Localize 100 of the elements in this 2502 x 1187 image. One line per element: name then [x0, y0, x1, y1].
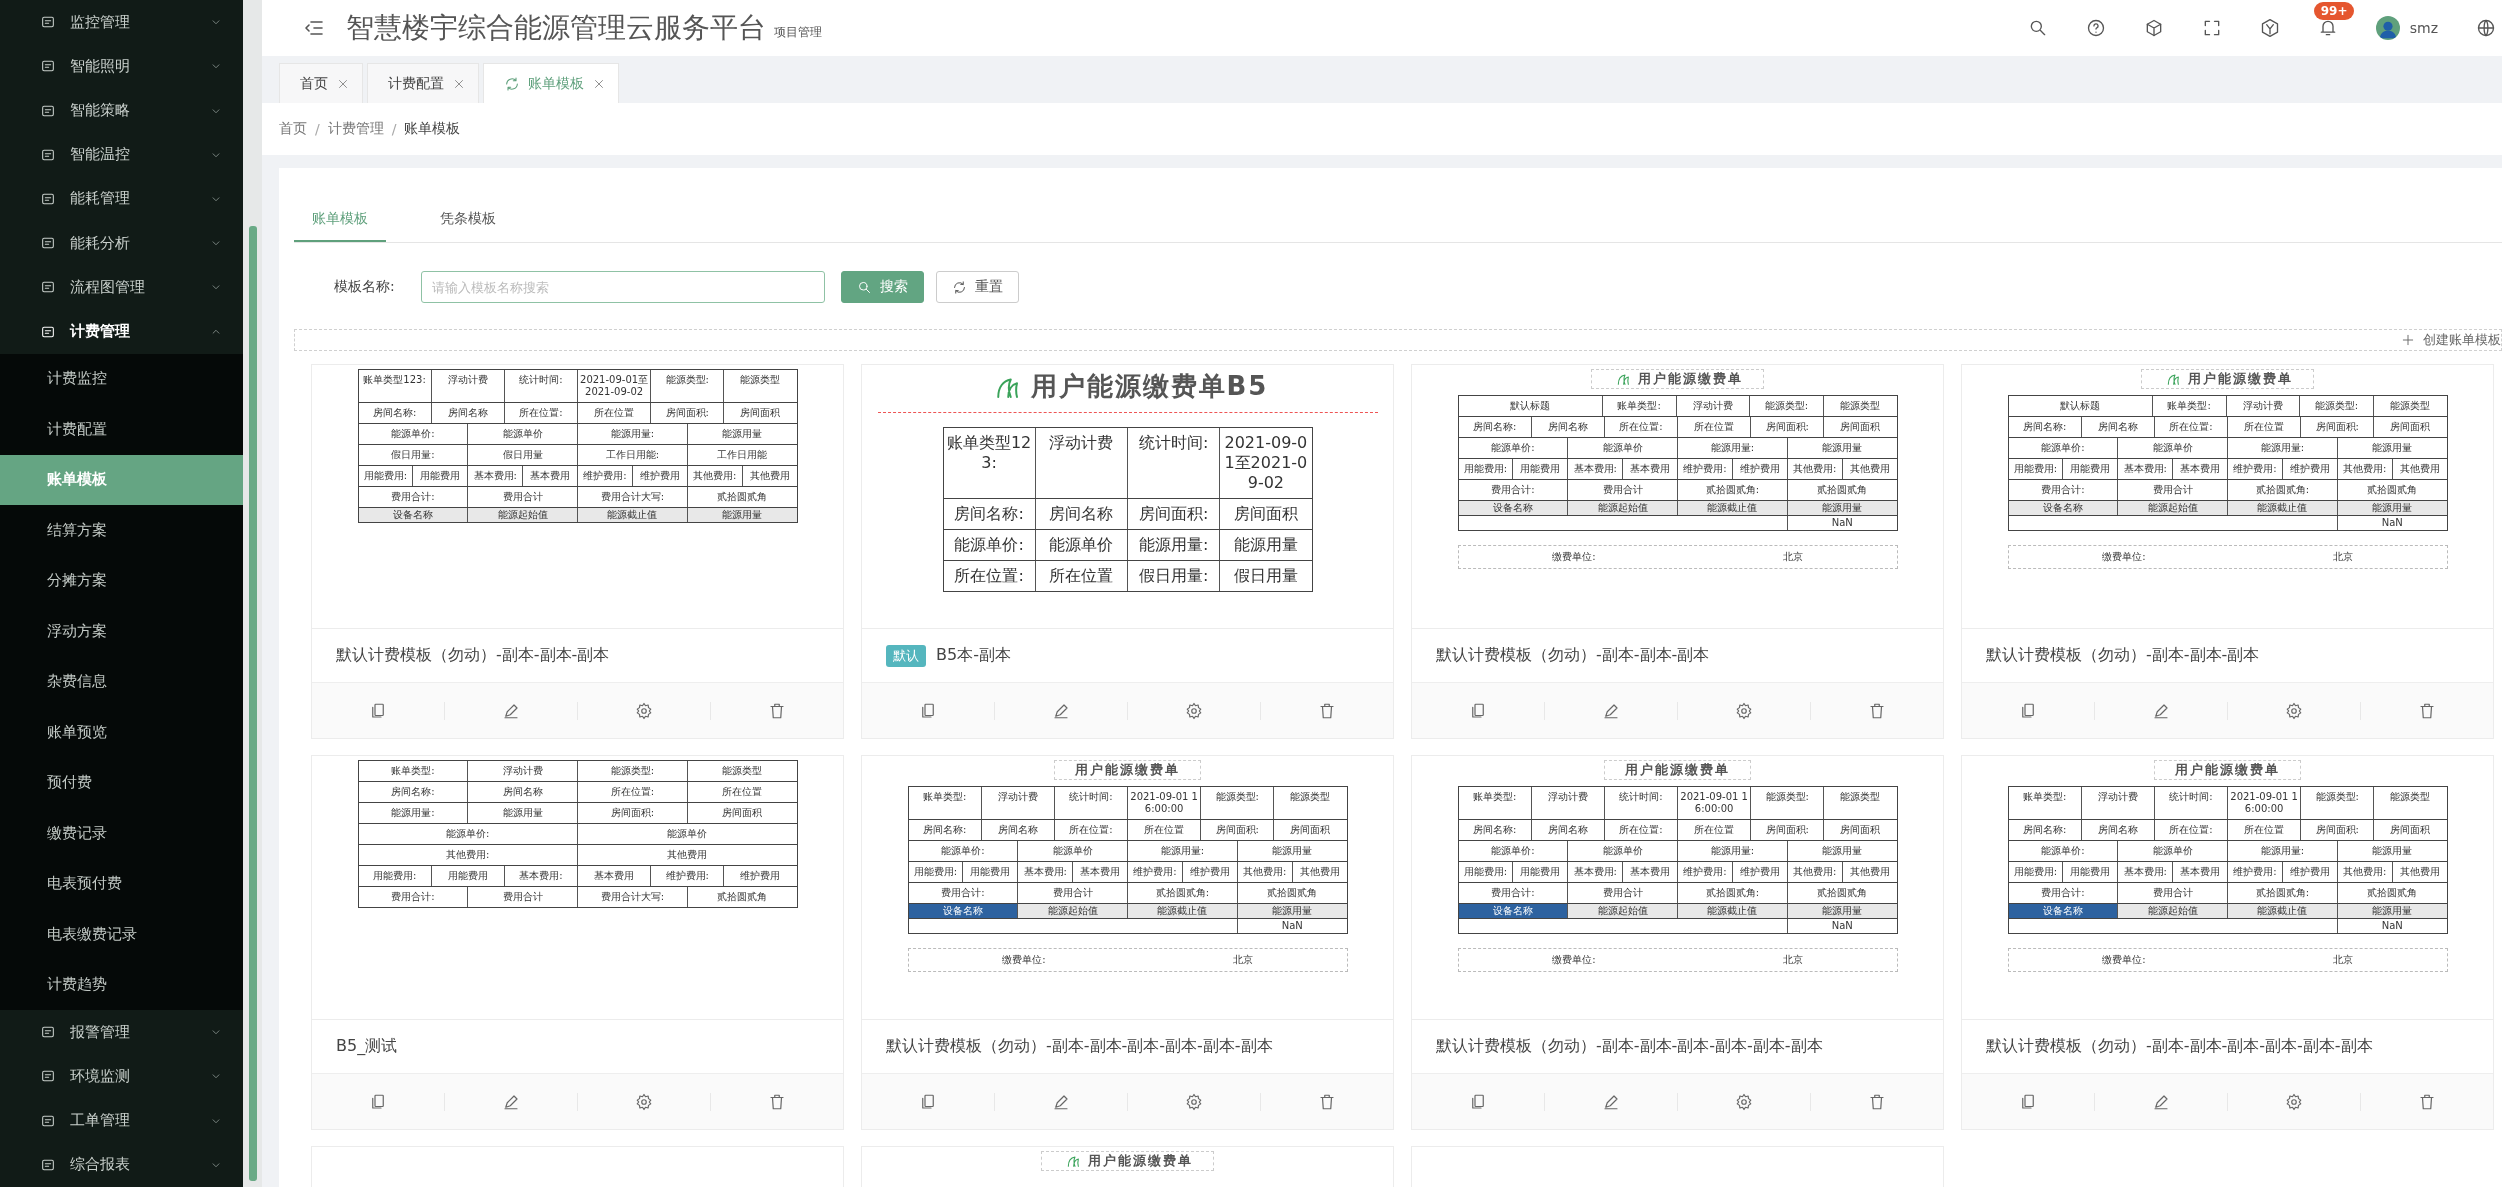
settings-icon[interactable]	[2285, 701, 2303, 720]
sidebar-subitem[interactable]: 电表预付费	[0, 858, 243, 910]
breadcrumb-separator: /	[315, 121, 320, 137]
delete-icon[interactable]	[768, 701, 786, 720]
sidebar-subitem[interactable]: 分摊方案	[0, 555, 243, 607]
sidebar-item[interactable]: 综合报表	[0, 1142, 243, 1187]
scrollbar[interactable]	[243, 0, 262, 1187]
document-title: 用户能源缴费单	[1604, 760, 1751, 780]
template-card[interactable]	[1961, 364, 2494, 739]
create-template-button[interactable]: 创建账单模板	[294, 329, 2502, 351]
sidebar-item[interactable]: 能耗分析	[0, 221, 243, 266]
sidebar-subitem[interactable]: 计费配置	[0, 404, 243, 455]
copy-icon[interactable]	[2019, 1092, 2037, 1111]
document-cell: 维护费用	[632, 466, 688, 486]
document-cell-text: 能源用量	[1821, 844, 1864, 858]
sidebar-subitem[interactable]: 计费监控	[0, 353, 243, 405]
copy-icon[interactable]	[1469, 1092, 1487, 1111]
document-cell: 维护费用:	[1678, 862, 1733, 882]
document-cell: 假日用量:	[1128, 561, 1221, 591]
document-cell-text: 能源用量	[1821, 441, 1864, 455]
delete-icon[interactable]	[1318, 1092, 1336, 1111]
document-cell: 用能费用:	[2008, 862, 2064, 882]
page-tab[interactable]: 首页	[279, 63, 363, 103]
document-cell: 基本费用:	[1568, 459, 1624, 479]
sidebar-subitem[interactable]: 电表缴费记录	[0, 909, 243, 960]
reset-button[interactable]: 重置	[935, 271, 1019, 303]
sidebar-subitem[interactable]: 预付费	[0, 757, 243, 809]
template-card[interactable]	[861, 755, 1394, 1130]
sidebar-item[interactable]: 流程图管理	[0, 265, 243, 310]
settings-icon[interactable]	[1185, 1092, 1203, 1111]
template-name: 默认计费模板（勿动）-副本-副本-副本	[1436, 645, 1710, 666]
document-cell: 统计时间:	[1054, 787, 1128, 819]
sidebar-item[interactable]: 能耗管理	[0, 176, 243, 221]
document-cell: 房间名称	[468, 782, 578, 802]
template-card[interactable]: 账单类型: 浮动计费 能源类型: 能源类型 房间名称: 房间名称 所在位置: 所在位置 能源用量: 能源用量 房间面积: 房间面积 能源单价: 能源单价 其他费用: 其他费用 用能费用: 用能费用 基本费用: 基本费用 维护费用: 维护费用 费用合计: 费用合计 费用合计大写: 贰拾圆贰角 B5_测试	[311, 755, 844, 1130]
sidebar-item[interactable]: 监控管理	[0, 0, 243, 45]
delete-icon[interactable]	[768, 1092, 786, 1111]
template-card[interactable]: 用户能源缴费单	[861, 1146, 1394, 1187]
sidebar-item[interactable]: 环境监测	[0, 1054, 243, 1099]
avatar[interactable]	[2375, 16, 2400, 40]
search-field[interactable]: 请输入模板名称搜索	[420, 271, 825, 303]
delete-icon[interactable]	[1868, 701, 1886, 720]
sidebar-item[interactable]: 工单管理	[0, 1098, 243, 1143]
sidebar-subitem[interactable]: 缴费记录	[0, 808, 243, 859]
settings-icon[interactable]	[2285, 1092, 2303, 1111]
settings-icon[interactable]	[635, 1092, 653, 1111]
sidebar-item[interactable]: 智能温控	[0, 132, 243, 177]
sidebar-subitem[interactable]: 杂费信息	[0, 656, 243, 708]
settings-icon[interactable]	[1735, 1092, 1753, 1111]
copy-icon[interactable]	[1469, 701, 1487, 720]
sidebar-item[interactable]: 智能照明	[0, 44, 243, 89]
help-icon[interactable]	[2085, 18, 2106, 38]
sidebar-subitem[interactable]: 计费趋势	[0, 959, 243, 1011]
delete-icon[interactable]	[1318, 701, 1336, 720]
sidebar-subitem[interactable]: 浮动方案	[0, 606, 243, 657]
breadcrumb-link[interactable]: 首页	[279, 120, 307, 138]
hexagon-icon[interactable]	[2259, 18, 2280, 38]
document-cell: 浮动计费	[1035, 428, 1128, 498]
delete-icon[interactable]	[1868, 1092, 1886, 1111]
sidebar-item[interactable]: 计费管理	[0, 309, 243, 354]
template-card[interactable]	[311, 364, 844, 739]
notification-badge: 99+	[2313, 2, 2355, 20]
settings-icon[interactable]	[1735, 701, 1753, 720]
content-tab[interactable]: 凭条模板	[422, 198, 514, 242]
breadcrumb-link[interactable]: 计费管理	[327, 120, 384, 138]
template-card[interactable]: 用户能源缴费单B5 账单类型123: 浮动计费 统计时间: 2021-09-01至2021-09-02 房间名称: 房间名称 房间面积: 房间面积 能源单价: 能源单价 能源用量: 能源用量 所在位置: 所在位置 假日用量: 假日用量 默认 B5本-副本	[861, 364, 1394, 739]
delete-icon[interactable]	[2418, 701, 2436, 720]
document-column-header: 能源用量	[687, 508, 797, 522]
field-label: 模板名称:	[334, 278, 395, 296]
settings-icon[interactable]	[635, 701, 653, 720]
document-cell: 其他费用:	[358, 845, 578, 865]
template-name: B5本-副本	[936, 645, 1011, 666]
document-cell: 用能费用	[2063, 459, 2119, 479]
sidebar-subitem[interactable]: 账单预览	[0, 707, 243, 758]
copy-icon[interactable]	[919, 1092, 937, 1111]
document-cell: 贰拾圆贰角:	[1678, 480, 1788, 500]
document-column-header: 设备名称	[2008, 501, 2119, 515]
page-tab[interactable]: 计费配置	[367, 63, 479, 103]
copy-icon[interactable]	[369, 1092, 387, 1111]
user-name[interactable]: smz	[2409, 20, 2438, 36]
sidebar-subitem[interactable]: 结算方案	[0, 505, 243, 556]
document-cell: 基本费用	[578, 866, 652, 886]
delete-icon[interactable]	[2418, 1092, 2436, 1111]
globe-icon[interactable]	[2476, 18, 2496, 38]
copy-icon[interactable]	[2019, 701, 2037, 720]
template-card[interactable]	[1961, 755, 2494, 1130]
document-cell: 基本费用:	[2118, 862, 2174, 882]
copy-icon[interactable]	[919, 701, 937, 720]
document-cell: 用能费用:	[358, 866, 432, 886]
document-cell-text: 贰拾圆贰角	[716, 890, 769, 904]
document-cell: 账单类型:	[908, 787, 982, 819]
settings-icon[interactable]	[1185, 701, 1203, 720]
document-cell: NaN	[2337, 919, 2447, 933]
copy-icon[interactable]	[369, 701, 387, 720]
document-cell: 房间面积:	[2301, 417, 2375, 437]
sidebar-item[interactable]: 智能策略	[0, 88, 243, 133]
template-card[interactable]	[1411, 755, 1944, 1130]
document-cell: 能源单价:	[2008, 841, 2119, 861]
template-card[interactable]	[1411, 364, 1944, 739]
sidebar-item[interactable]: 报警管理	[0, 1010, 243, 1055]
